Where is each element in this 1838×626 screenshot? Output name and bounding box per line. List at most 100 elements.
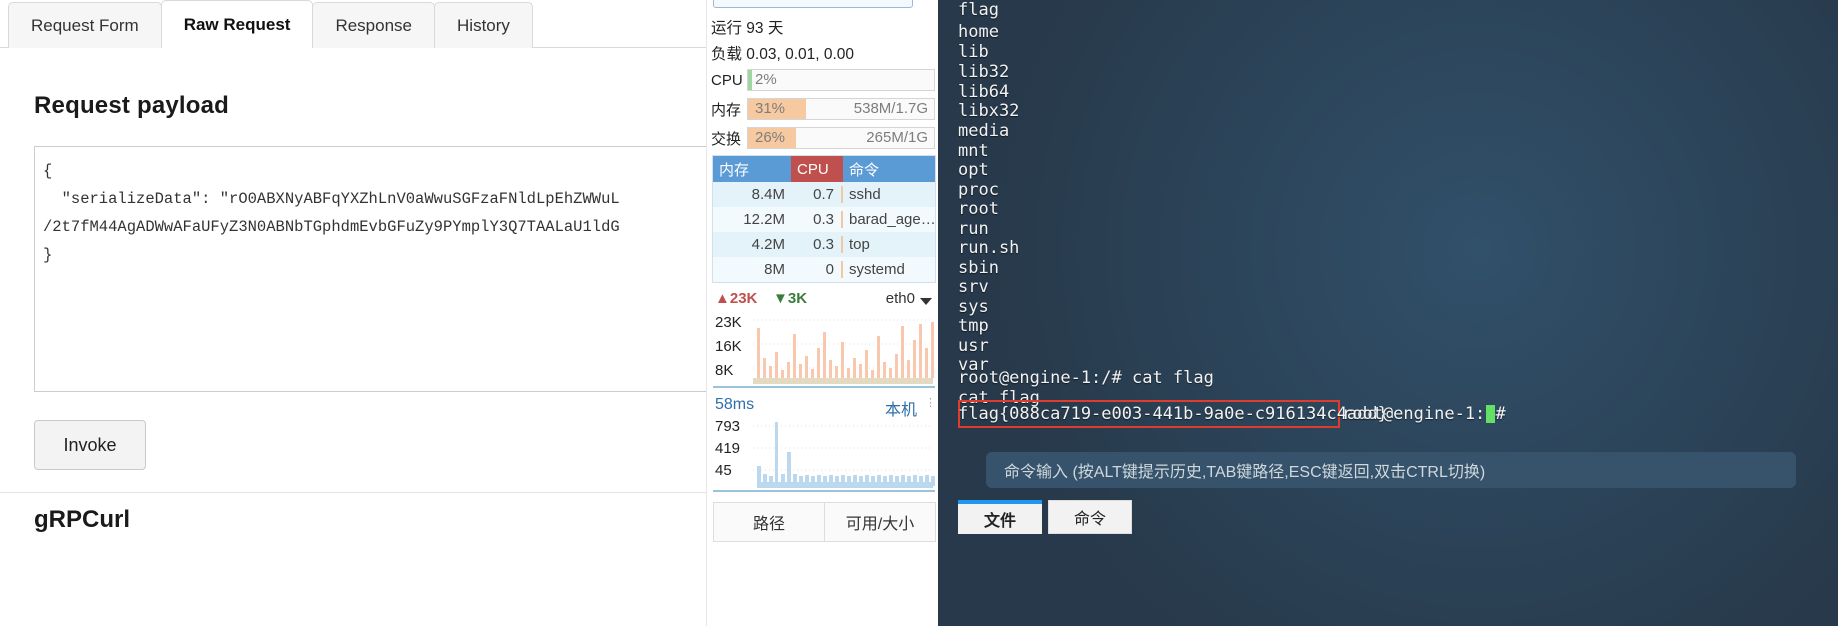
section-divider <box>0 492 706 493</box>
latency-value: 58ms <box>715 396 755 413</box>
cpu-gauge-fill <box>748 70 752 90</box>
memory-gauge-row: 内存 31% 538M/1.7G <box>711 97 935 121</box>
listing-entry: usr <box>958 336 989 356</box>
cell-memory: 12.2M <box>743 211 785 228</box>
listing-entry: mnt <box>958 141 989 161</box>
tab-label: Raw Request <box>183 14 291 34</box>
invoke-button[interactable]: Invoke <box>34 420 146 470</box>
load-average-text: 负载 0.03, 0.01, 0.00 <box>711 46 855 63</box>
listing-entry: srv <box>958 277 989 297</box>
terminal-tab-commands[interactable]: 命令 <box>1048 500 1132 534</box>
tab-label: History <box>457 15 510 35</box>
listing-entry: sbin <box>958 258 999 278</box>
request-payload-textarea[interactable]: { "serializeData": "rO0ABXNyABFqYXZhLnV0… <box>34 146 706 392</box>
swap-gauge-percent: 26% <box>755 129 786 146</box>
swap-gauge: 26% 265M/1G <box>747 127 935 149</box>
tab-label: Request Form <box>31 15 139 35</box>
command-input-hint-bar[interactable]: 命令输入 (按ALT键提示历史,TAB键路径,ESC键返回,双击CTRL切换) <box>986 452 1796 488</box>
cell-cpu: 0.3 <box>791 211 843 228</box>
network-interface-select[interactable]: eth0 <box>886 290 915 307</box>
tab-history[interactable]: History <box>434 2 533 48</box>
latency-chart-svg <box>753 422 935 488</box>
column-header-command[interactable]: 命令 <box>843 156 935 182</box>
network-header: ▲23K ▼3K eth0 <box>713 290 935 312</box>
bottom-tab-available[interactable]: 可用/大小 <box>824 502 936 542</box>
cell-cpu: 0.7 <box>791 186 843 203</box>
listing-entry: run.sh <box>958 238 1020 258</box>
listing-entry: opt <box>958 160 989 180</box>
listing-entry: libx32 <box>958 101 1020 121</box>
cell-memory: 8.4M <box>751 186 785 203</box>
latency-y-label: 419 <box>715 440 741 457</box>
table-row[interactable]: 8.4M 0.7 sshd <box>713 182 935 207</box>
listing-entry: run <box>958 219 989 239</box>
chevron-down-icon[interactable] <box>920 298 932 305</box>
network-download: ▼3K <box>773 290 807 307</box>
payload-line: { <box>43 162 53 180</box>
memory-gauge-value: 538M/1.7G <box>853 100 928 117</box>
tab-bar: Request Form Raw Request Response Histor… <box>8 0 533 48</box>
cell-command: sshd <box>849 186 881 203</box>
listing-entry: root <box>958 199 999 219</box>
listing-entry: lib <box>958 42 989 62</box>
tab-response[interactable]: Response <box>312 2 436 48</box>
network-upload: ▲23K <box>715 290 757 307</box>
process-table: 内存 CPU 命令 8.4M 0.7 sshd 12.2M 0.3 barad_… <box>712 155 936 283</box>
grpc-client-pane: Request Form Raw Request Response Histor… <box>0 0 706 626</box>
tab-request-form[interactable]: Request Form <box>8 2 162 48</box>
table-row[interactable]: 8M 0 systemd <box>713 257 935 282</box>
uptime-text: 运行 93 天 <box>711 20 784 37</box>
listing-entry: lib32 <box>958 62 1010 82</box>
grpcurl-heading: gRPCurl <box>34 506 130 533</box>
cpu-gauge-row: CPU 2% <box>711 68 935 92</box>
drag-handle[interactable]: ⋮ <box>925 398 936 409</box>
listing-entry: sys <box>958 297 989 317</box>
swap-gauge-row: 交换 26% 265M/1G <box>711 126 935 150</box>
cell-cpu: 0 <box>791 261 843 278</box>
column-header-memory[interactable]: 内存 <box>713 156 791 182</box>
cpu-gauge-label: CPU <box>711 71 743 89</box>
cell-cpu: 0.3 <box>791 236 843 253</box>
network-y-label: 8K <box>715 362 734 379</box>
network-y-label: 23K <box>715 314 742 331</box>
cell-memory: 4.2M <box>751 236 785 253</box>
terminal-prompt-line: root@engine-1:/# cat flag <box>958 368 1214 388</box>
cell-command: top <box>849 236 870 253</box>
network-chart-svg <box>753 319 934 384</box>
command-input-hint-text: 命令输入 (按ALT键提示历史,TAB键路径,ESC键返回,双击CTRL切换) <box>1004 464 1486 481</box>
tab-raw-request[interactable]: Raw Request <box>160 0 314 48</box>
column-header-cpu[interactable]: CPU <box>791 156 843 182</box>
terminal-pane[interactable]: flag home lib lib32 lib64 libx32 media m… <box>938 0 1838 626</box>
latency-y-label: 45 <box>715 462 732 479</box>
monitor-bottom-tabs: 路径 可用/大小 <box>713 502 936 542</box>
latency-y-label: 793 <box>715 418 741 435</box>
bottom-tab-path[interactable]: 路径 <box>713 502 825 542</box>
listing-entry: home <box>958 22 999 42</box>
table-row[interactable]: 4.2M 0.3 top <box>713 232 935 257</box>
memory-gauge-label: 内存 <box>711 101 742 119</box>
server-monitor-panel: 运行 93 天 负载 0.03, 0.01, 0.00 CPU 2% 内存 31… <box>706 0 938 626</box>
latency-header: 58ms 本机 <box>713 396 935 419</box>
arrow-down-icon: ▼ <box>773 290 788 307</box>
cell-command: barad_age… <box>849 211 935 228</box>
process-table-header: 内存 CPU 命令 <box>713 156 935 182</box>
payload-line: /2t7fM44AgADWwAFaUFyZ3N0ABNbTGphdmEvbGFu… <box>43 218 620 236</box>
payload-line: "serializeData": "rO0ABXNyABFqYXZhLnV0aW… <box>43 190 620 208</box>
listing-entry: lib64 <box>958 82 1010 102</box>
cell-memory: 8M <box>764 261 785 278</box>
payload-line: } <box>43 246 53 264</box>
terminal-cursor <box>1486 405 1495 423</box>
terminal-bottom-tabs: 文件 命令 <box>958 500 1132 534</box>
network-download-value: 3K <box>787 290 808 307</box>
request-payload-heading: Request payload <box>34 92 230 119</box>
cell-command: systemd <box>849 261 905 278</box>
swap-gauge-label: 交换 <box>711 130 742 148</box>
terminal-tab-files[interactable]: 文件 <box>958 500 1042 534</box>
latency-host[interactable]: 本机 <box>885 396 917 420</box>
swap-gauge-value: 265M/1G <box>866 129 928 146</box>
monitor-search-box[interactable] <box>713 0 913 8</box>
listing-entry: media <box>958 121 1010 141</box>
arrow-up-icon: ▲ <box>715 290 730 307</box>
table-row[interactable]: 12.2M 0.3 barad_age… <box>713 207 935 232</box>
cpu-gauge-percent: 2% <box>755 71 777 88</box>
